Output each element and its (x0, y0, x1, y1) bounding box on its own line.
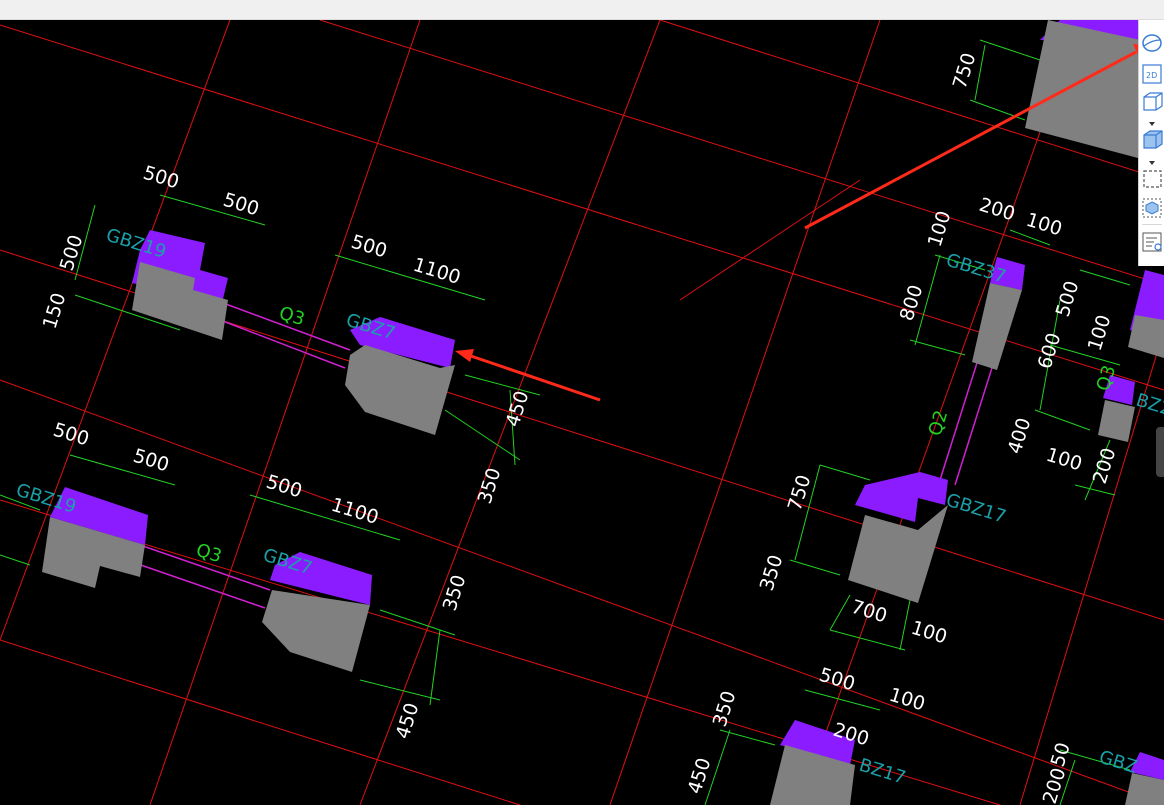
dimension-text: 350 (756, 552, 788, 593)
cad-viewport[interactable]: GBZ19 GBZ7 GBZ19 GBZ7 GBZ37 GBZ17 BZ17 B… (0, 20, 1164, 805)
axis-grid (0, 20, 1164, 805)
column-label: GBZ19 (14, 480, 79, 518)
axis-line (319, 20, 1164, 286)
cube-view-icon[interactable] (1141, 90, 1163, 112)
axis-line (679, 179, 861, 301)
3d-display-icon[interactable] (1141, 197, 1163, 219)
dimension-text: 450 (502, 388, 534, 429)
display-dropdown-icon[interactable] (1141, 153, 1163, 165)
dimension-text: 100 (1024, 209, 1065, 241)
dimension-text: 350 (439, 572, 471, 613)
dimension-text: 100 (887, 684, 928, 716)
column-gbz17 (848, 472, 948, 603)
beam-line (134, 562, 266, 609)
dimension-text: 450 (684, 755, 716, 796)
beam-label: Q3 (277, 303, 308, 331)
drawing-canvas[interactable]: GBZ19 GBZ7 GBZ19 GBZ7 GBZ37 GBZ17 BZ17 B… (0, 20, 1164, 805)
dimension-text: 700 (849, 596, 890, 628)
beam-label: Q2 (925, 408, 953, 439)
dimension-lines (0, 39, 1131, 805)
top-title-bar (0, 0, 1164, 20)
side-scroll-tab[interactable] (1156, 427, 1164, 477)
dimension-text: 350 (709, 688, 741, 729)
view-dropdown-icon[interactable] (1141, 114, 1163, 126)
dimension-text: 350 (474, 465, 506, 506)
axis-line (0, 639, 521, 805)
axis-line (0, 379, 1164, 805)
column-label: BZ17 (857, 755, 909, 789)
toolbar-divider (1142, 224, 1162, 225)
columns (42, 20, 1164, 805)
dimension-text: 200 (977, 194, 1018, 226)
selection-box-icon[interactable] (1141, 168, 1163, 190)
dimension-text: 200 (1039, 765, 1071, 805)
dimension-text: 750 (949, 50, 981, 91)
svg-text:2D: 2D (1146, 71, 1157, 80)
properties-list-icon[interactable] (1141, 231, 1163, 253)
dimension-text: 500 (264, 471, 305, 503)
view-toolbar: 2D (1138, 20, 1164, 266)
dimension-text: 100 (1084, 312, 1116, 353)
dimension-text: 450 (392, 700, 424, 741)
dimension-text: 500 (56, 232, 88, 273)
dimension-text: 1100 (329, 494, 382, 529)
dimension-text: 500 (131, 445, 172, 477)
dimension-text: 50 (1047, 740, 1075, 770)
dimension-text: 150 (39, 290, 71, 331)
dimension-text: 500 (1052, 278, 1084, 319)
dimension-text: 500 (817, 664, 858, 696)
column-label: GBZ (1097, 747, 1140, 778)
dimension-text: 100 (924, 208, 956, 249)
orbit-tool-icon[interactable] (1141, 32, 1163, 54)
dimension-text: 500 (51, 419, 92, 451)
column-label: GBZ17 (944, 490, 1009, 528)
2d-view-icon[interactable]: 2D (1141, 63, 1163, 85)
column-right-a (1128, 270, 1164, 358)
dimension-text: 200 (1089, 445, 1121, 486)
beam-label: Q3 (194, 540, 225, 568)
dimension-text: 100 (909, 617, 950, 649)
column-label: GBZ19 (104, 225, 169, 263)
dimension-text: 400 (1004, 415, 1036, 456)
arrow-head (455, 349, 474, 362)
dimension-text: 100 (1044, 444, 1085, 476)
dimension-text: 500 (349, 231, 390, 263)
dimension-text: 500 (221, 189, 262, 221)
dimension-text: 1100 (411, 254, 464, 289)
dimension-text: 600 (1034, 330, 1066, 371)
column-label: GBZ37 (944, 250, 1009, 288)
beam-line (214, 317, 346, 369)
dimension-texts: 500 500 500 150 500 1100 450 350 500 500… (39, 50, 1121, 805)
shaded-cube-icon[interactable] (1141, 128, 1163, 150)
